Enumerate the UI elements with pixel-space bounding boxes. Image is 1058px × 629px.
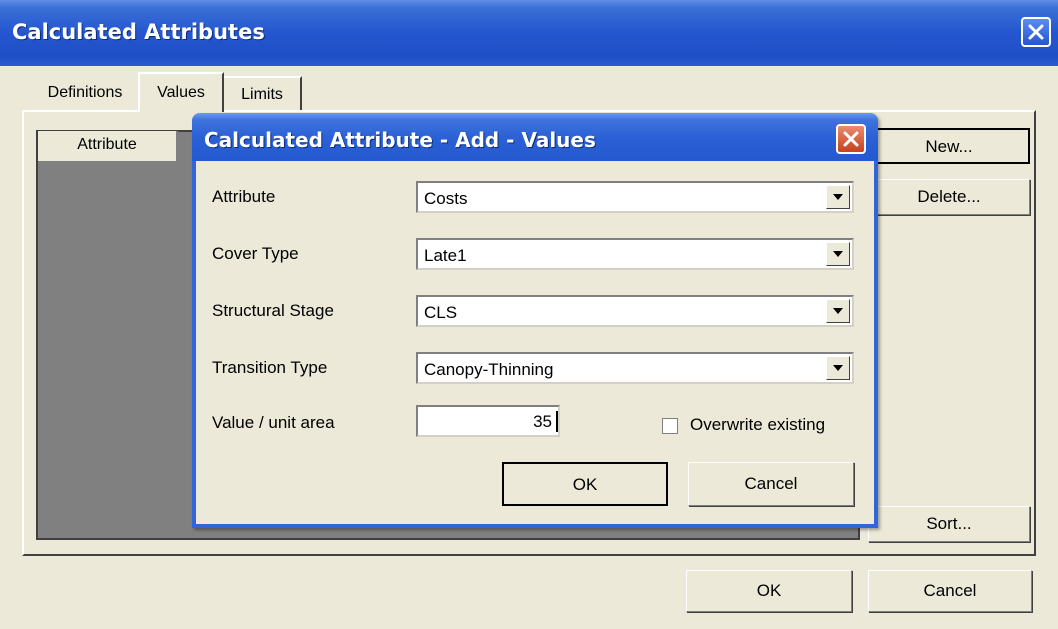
tab-values[interactable]: Values <box>138 72 224 112</box>
delete-button-label: Delete... <box>917 187 981 206</box>
list-column-header-label: Attribute <box>77 136 137 153</box>
tab-values-label: Values <box>157 84 205 101</box>
sort-button-label: Sort... <box>926 514 972 533</box>
structural-stage-value: CLS <box>424 303 458 322</box>
dialog-cancel-label: Cancel <box>744 474 798 493</box>
list-column-header-attribute[interactable]: Attribute <box>38 131 178 161</box>
structural-stage-select[interactable]: CLS <box>416 295 854 327</box>
ok-button[interactable]: OK <box>686 570 852 612</box>
attribute-select[interactable]: Costs <box>416 181 854 213</box>
add-values-dialog: Calculated Attribute - Add - Values Attr… <box>192 113 878 528</box>
attribute-value: Costs <box>424 189 468 208</box>
ok-button-label: OK <box>756 581 782 600</box>
new-button[interactable]: New... <box>868 128 1030 164</box>
dropdown-arrow-icon <box>833 194 843 200</box>
window-close-button[interactable] <box>1021 17 1051 47</box>
tab-definitions-label: Definitions <box>47 84 123 101</box>
dropdown-arrow-icon <box>833 365 843 371</box>
dropdown-arrow-icon <box>833 308 843 314</box>
cancel-button-label: Cancel <box>923 581 977 600</box>
sort-button[interactable]: Sort... <box>868 506 1030 542</box>
tab-limits-label: Limits <box>241 86 283 103</box>
calculated-attributes-window: Calculated Attributes Definitions Values… <box>0 0 1058 629</box>
tab-definitions[interactable]: Definitions <box>34 76 136 110</box>
transition-type-select[interactable]: Canopy-Thinning <box>416 352 854 384</box>
transition-type-label: Transition Type <box>212 358 328 377</box>
window-titlebar[interactable]: Calculated Attributes <box>0 0 1058 66</box>
structural-stage-label: Structural Stage <box>212 301 334 320</box>
overwrite-existing-checkbox[interactable] <box>662 418 678 434</box>
text-caret <box>556 411 558 432</box>
new-button-label: New... <box>925 137 973 156</box>
delete-button[interactable]: Delete... <box>868 179 1030 215</box>
structural-stage-dropdown-button[interactable] <box>826 299 850 323</box>
dialog-close-button[interactable] <box>836 124 866 154</box>
cover-type-label: Cover Type <box>212 244 299 263</box>
transition-type-value: Canopy-Thinning <box>424 360 554 379</box>
attribute-label: Attribute <box>212 187 276 206</box>
cover-type-select[interactable]: Late1 <box>416 238 854 270</box>
cover-type-dropdown-button[interactable] <box>826 242 850 266</box>
value-per-unit-area-input[interactable]: 35 <box>416 405 560 437</box>
dialog-ok-label: OK <box>572 475 598 494</box>
window-title: Calculated Attributes <box>12 20 265 44</box>
dialog-title: Calculated Attribute - Add - Values <box>204 128 596 152</box>
close-icon <box>843 131 859 147</box>
attribute-dropdown-button[interactable] <box>826 185 850 209</box>
overwrite-existing-label[interactable]: Overwrite existing <box>690 415 825 435</box>
close-icon <box>1028 24 1044 40</box>
dialog-cancel-button[interactable]: Cancel <box>688 462 854 506</box>
dropdown-arrow-icon <box>833 251 843 257</box>
cancel-button[interactable]: Cancel <box>868 570 1032 612</box>
dialog-titlebar[interactable]: Calculated Attribute - Add - Values <box>192 113 878 161</box>
transition-type-dropdown-button[interactable] <box>826 356 850 380</box>
value-per-unit-area-label: Value / unit area <box>212 413 335 432</box>
cover-type-value: Late1 <box>424 246 467 265</box>
dialog-ok-button[interactable]: OK <box>502 462 668 506</box>
tab-limits[interactable]: Limits <box>224 76 302 110</box>
